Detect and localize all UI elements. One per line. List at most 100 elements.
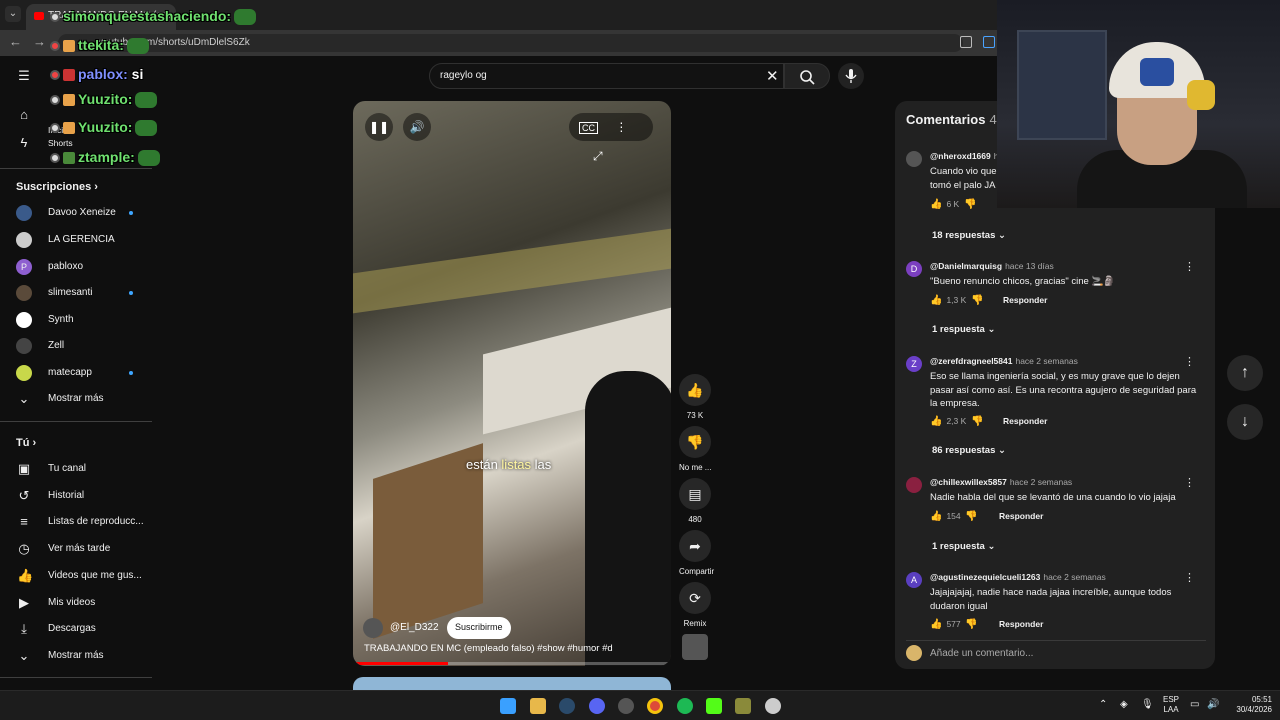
search-button[interactable]: [784, 63, 830, 89]
sidebar-item-listas[interactable]: ≡ Listas de reproducc...: [0, 509, 158, 535]
thumbs-up-icon[interactable]: 👍: [930, 619, 942, 630]
pause-button[interactable]: ❚❚: [365, 113, 393, 141]
commenter-avatar[interactable]: Z: [906, 356, 922, 372]
captions-icon[interactable]: CC: [579, 122, 598, 134]
tab-list-button[interactable]: ⌄: [5, 6, 21, 22]
subscribe-button[interactable]: Suscribirme: [447, 617, 511, 639]
more-options-icon[interactable]: ⋮: [1184, 476, 1195, 489]
sidebar-item-ver-mas-tarde[interactable]: ◷ Ver más tarde: [0, 536, 158, 562]
show-more-button[interactable]: ⌄ Mostrar más: [0, 386, 158, 412]
forward-icon[interactable]: →: [33, 34, 46, 49]
app-icon[interactable]: [735, 698, 751, 714]
chevron-up-icon[interactable]: ⌃: [1099, 700, 1107, 710]
network-icon[interactable]: ◈: [1120, 700, 1128, 710]
thumbs-down-icon[interactable]: 👎: [965, 619, 977, 630]
channel-name[interactable]: @El_D322: [390, 622, 439, 633]
subscription-item[interactable]: matecapp: [0, 360, 158, 386]
thumbs-up-icon[interactable]: 👍: [930, 295, 942, 306]
mic-icon[interactable]: 🎙: [1141, 700, 1154, 710]
video-progress-bar[interactable]: [353, 662, 671, 665]
comment-author[interactable]: @zerefdragneel5841 hace 2 semanas: [930, 356, 1078, 366]
replies-toggle[interactable]: 86 respuestas ⌄: [932, 445, 1006, 456]
you-heading[interactable]: Tú ›: [16, 437, 36, 449]
extension-icon[interactable]: [983, 36, 995, 48]
commenter-avatar[interactable]: D: [906, 261, 922, 277]
search-input[interactable]: rageylo og ✕: [429, 63, 784, 89]
replies-toggle[interactable]: 1 respuesta ⌄: [932, 324, 995, 335]
sidebar-item-tu-canal[interactable]: ▣ Tu canal: [0, 456, 158, 482]
cast-icon[interactable]: [960, 36, 972, 48]
dislike-button[interactable]: 👎 No me ...: [679, 426, 711, 472]
discord-icon[interactable]: [589, 698, 605, 714]
thumbs-down-icon[interactable]: 👎: [971, 295, 983, 306]
reply-button[interactable]: Responder: [999, 511, 1043, 521]
thumbs-down-icon[interactable]: 👎: [971, 416, 983, 427]
like-button[interactable]: 👍 73 K: [679, 374, 711, 420]
previous-short-button[interactable]: ↑: [1227, 355, 1263, 391]
app-icon[interactable]: [765, 698, 781, 714]
commenter-avatar[interactable]: [906, 477, 922, 493]
voice-search-button[interactable]: [838, 63, 864, 89]
kick-icon[interactable]: [706, 698, 722, 714]
more-options-icon[interactable]: ⋮: [1184, 355, 1195, 368]
commenter-avatar[interactable]: A: [906, 572, 922, 588]
fullscreen-icon[interactable]: ⤢: [593, 149, 603, 163]
reply-button[interactable]: Responder: [1003, 295, 1047, 305]
show-more-button[interactable]: ⌄ Mostrar más: [0, 643, 158, 669]
subscription-item[interactable]: Davoo Xeneize: [0, 200, 158, 226]
commenter-avatar[interactable]: [906, 151, 922, 167]
sidebar-item-descargas[interactable]: ⤓ Descargas: [0, 616, 158, 642]
subscriptions-heading[interactable]: Suscripciones ›: [16, 181, 98, 193]
video-title[interactable]: TRABAJANDO EN MC (empleado falso) #show …: [364, 643, 613, 654]
add-comment-input[interactable]: Añade un comentario...: [930, 648, 1033, 659]
comment-author[interactable]: @agustinezequielcueli1263 hace 2 semanas: [930, 572, 1106, 582]
clock[interactable]: 05:51 30/4/2026: [1228, 695, 1272, 715]
sidebar-item-historial[interactable]: ↺ Historial: [0, 483, 158, 509]
reply-button[interactable]: Responder: [999, 619, 1043, 629]
menu-button[interactable]: ☰: [0, 63, 40, 89]
spotify-icon[interactable]: [677, 698, 693, 714]
subscription-item[interactable]: LA GERENCIA: [0, 227, 158, 253]
language-indicator[interactable]: ESP LAA: [1163, 695, 1179, 715]
obs-icon[interactable]: [618, 698, 634, 714]
thumbs-up-icon[interactable]: 👍: [930, 199, 942, 210]
next-short-preview[interactable]: [353, 677, 671, 690]
comment-author[interactable]: @nheroxd1669h: [930, 151, 998, 161]
comment-author[interactable]: @chillexwillex5857 hace 2 semanas: [930, 477, 1072, 487]
reply-button[interactable]: Responder: [1003, 416, 1047, 426]
chrome-icon[interactable]: [647, 698, 663, 714]
replies-toggle[interactable]: 1 respuesta ⌄: [932, 541, 995, 552]
thumbs-down-icon[interactable]: 👎: [964, 199, 976, 210]
thumbs-down-icon[interactable]: 👎: [965, 511, 977, 522]
comments-button[interactable]: ▤ 480: [679, 478, 711, 524]
display-icon[interactable]: ▭: [1190, 700, 1199, 710]
file-explorer-icon[interactable]: [530, 698, 546, 714]
subscription-item[interactable]: Zell: [0, 333, 158, 359]
subscription-item[interactable]: slimesanti: [0, 280, 158, 306]
volume-icon[interactable]: 🔊: [1207, 700, 1219, 710]
subscription-item[interactable]: Synth: [0, 307, 158, 333]
start-icon[interactable]: [500, 698, 516, 714]
more-options-icon[interactable]: ⋮: [615, 120, 627, 134]
sidebar-item-mis-videos[interactable]: ▶ Mis videos: [0, 590, 158, 616]
channel-avatar[interactable]: [363, 618, 383, 638]
thumbs-up-icon[interactable]: 👍: [930, 416, 942, 427]
replies-toggle[interactable]: 18 respuestas ⌄: [932, 230, 1006, 241]
url-field[interactable]: youtube.com/shorts/uDmDlelS6Zk: [58, 34, 963, 52]
share-button[interactable]: ➦ Compartir: [679, 530, 714, 576]
clear-icon[interactable]: ✕: [766, 67, 779, 85]
back-icon[interactable]: ←: [9, 34, 22, 49]
remix-button[interactable]: ⟳ Remix: [679, 582, 711, 628]
more-options-icon[interactable]: ⋮: [1184, 571, 1195, 584]
short-video-player[interactable]: ❚❚ 🔊 CC ⋮ ⤢ están listas las @El_D322 Su…: [353, 101, 671, 666]
comment-author[interactable]: @Danielmarquisg hace 13 días: [930, 261, 1054, 271]
thumbs-up-icon[interactable]: 👍: [930, 511, 942, 522]
more-options-icon[interactable]: ⋮: [1184, 260, 1195, 273]
steam-icon[interactable]: [559, 698, 575, 714]
sound-thumbnail[interactable]: [682, 634, 708, 660]
user-icon: ▣: [17, 461, 31, 476]
sidebar-item-videos-me-gustan[interactable]: 👍 Videos que me gus...: [0, 563, 158, 589]
volume-button[interactable]: 🔊: [403, 113, 431, 141]
next-short-button[interactable]: ↓: [1227, 404, 1263, 440]
subscription-item[interactable]: Ppabloxo: [0, 254, 158, 280]
